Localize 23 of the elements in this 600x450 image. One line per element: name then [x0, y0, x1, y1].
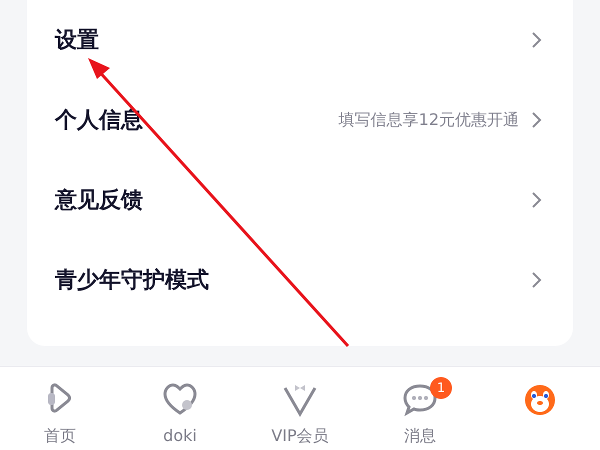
menu-label: 意见反馈 — [55, 187, 144, 215]
menu-hint: 填写信息享12元优惠开通 — [338, 110, 519, 130]
menu-label: 青少年守护模式 — [55, 267, 210, 295]
tab-item[interactable]: VIP会员 — [240, 367, 360, 450]
chevron-right-icon — [531, 111, 543, 129]
menu-item[interactable]: 设置 — [27, 0, 573, 80]
tab-label: 首页 — [44, 426, 76, 447]
menu-item[interactable]: 青少年守护模式 — [27, 240, 573, 320]
chevron-right-icon — [531, 191, 543, 209]
mascot-icon — [522, 382, 558, 418]
tab-label: VIP会员 — [271, 426, 329, 447]
tab-label: doki — [163, 426, 197, 445]
menu-item[interactable]: 意见反馈 — [27, 160, 573, 240]
chat-bubble-icon — [402, 382, 438, 418]
v-icon — [282, 382, 318, 418]
tab-item[interactable]: 消息 1 — [360, 367, 480, 450]
tab-label: 消息 — [404, 426, 436, 447]
notification-badge: 1 — [430, 377, 452, 399]
tab-item[interactable]: 首页 — [0, 367, 120, 450]
chevron-right-icon — [531, 31, 543, 49]
chevron-right-icon — [531, 271, 543, 289]
menu-label: 设置 — [55, 27, 100, 55]
tab-item[interactable]: doki — [120, 367, 240, 450]
